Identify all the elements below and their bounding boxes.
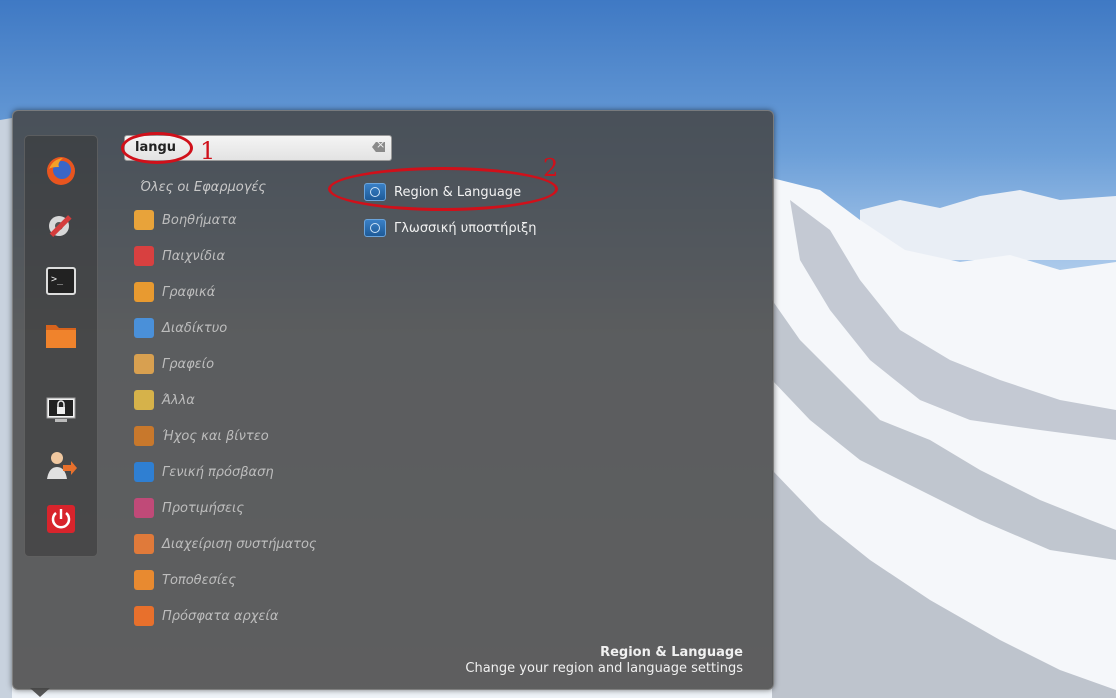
other-icon — [134, 390, 154, 410]
category-label: Γραφικά — [162, 284, 216, 300]
app-description: Region & Language Change your region and… — [465, 645, 743, 676]
clear-search-icon[interactable] — [372, 142, 385, 152]
svg-text:>_: >_ — [51, 274, 64, 285]
category-item[interactable]: Άλλα — [134, 388, 334, 412]
category-label: Ήχος και βίντεο — [162, 428, 269, 444]
accessibility-icon — [134, 462, 154, 482]
result-language-support[interactable]: Γλωσσική υποστήριξη — [364, 216, 536, 240]
category-label: Διαδίκτυο — [162, 320, 228, 336]
annotation-number-2: 2 — [543, 154, 559, 182]
category-label: Προτιμήσεις — [162, 500, 245, 516]
firefox-icon[interactable] — [43, 153, 79, 189]
accessories-icon — [134, 210, 154, 230]
category-item[interactable]: Προτιμήσεις — [134, 496, 334, 520]
shutdown-icon[interactable] — [43, 501, 79, 537]
category-label: Παιχνίδια — [162, 248, 226, 264]
category-item[interactable]: Γραφείο — [134, 352, 334, 376]
category-label: Άλλα — [162, 392, 195, 408]
category-label: Γενική πρόσβαση — [162, 464, 274, 480]
system-settings-icon[interactable] — [43, 207, 79, 243]
favorites-bar: >_ — [24, 135, 98, 557]
category-all-applications[interactable]: Όλες οι Εφαρμογές — [140, 180, 266, 195]
description-title: Region & Language — [600, 645, 743, 660]
category-item[interactable]: Παιχνίδια — [134, 244, 334, 268]
category-label: Βοηθήματα — [162, 212, 237, 228]
internet-icon — [134, 318, 154, 338]
result-label: Γλωσσική υποστήριξη — [394, 220, 537, 236]
language-support-icon — [364, 219, 386, 237]
annotation-ellipse-2 — [328, 167, 558, 211]
administration-icon — [134, 534, 154, 554]
category-item[interactable]: Τοποθεσίες — [134, 568, 334, 592]
files-icon[interactable] — [43, 317, 79, 353]
category-label: Διαχείριση συστήματος — [162, 536, 317, 552]
category-item[interactable]: Γενική πρόσβαση — [134, 460, 334, 484]
multimedia-icon — [134, 426, 154, 446]
graphics-icon — [134, 282, 154, 302]
category-item[interactable]: Πρόσφατα αρχεία — [134, 604, 334, 628]
recent-files-icon — [134, 606, 154, 626]
category-item[interactable]: Γραφικά — [134, 280, 334, 304]
preferences-icon — [134, 498, 154, 518]
games-icon — [134, 246, 154, 266]
category-label: Πρόσφατα αρχεία — [162, 608, 279, 624]
category-item[interactable]: Διαχείριση συστήματος — [134, 532, 334, 556]
annotation-number-1: 1 — [200, 137, 216, 165]
category-label: Γραφείο — [162, 356, 215, 372]
category-item[interactable]: Βοηθήματα — [134, 208, 334, 232]
logout-icon[interactable] — [43, 447, 79, 483]
menu-pointer — [30, 688, 50, 697]
office-icon — [134, 354, 154, 374]
category-item[interactable]: Διαδίκτυο — [134, 316, 334, 340]
description-text: Change your region and language settings — [465, 661, 743, 676]
lock-screen-icon[interactable] — [43, 393, 79, 429]
places-icon — [134, 570, 154, 590]
annotation-ellipse-1 — [121, 132, 193, 164]
terminal-icon[interactable]: >_ — [43, 263, 79, 299]
category-label: Τοποθεσίες — [162, 572, 236, 588]
category-item[interactable]: Ήχος και βίντεο — [134, 424, 334, 448]
